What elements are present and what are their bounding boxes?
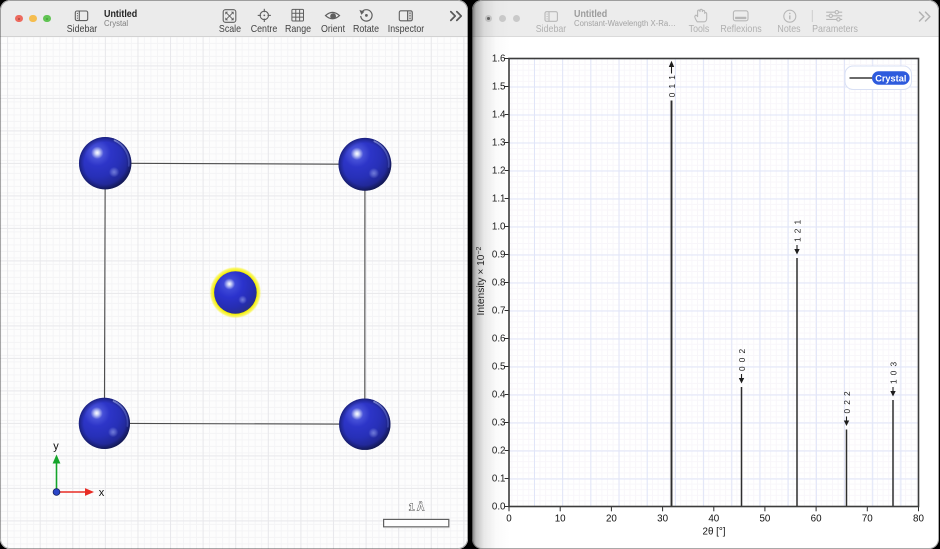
svg-text:0.1: 0.1 xyxy=(492,474,506,485)
svg-text:0.2: 0.2 xyxy=(492,446,506,457)
svg-text:0.8: 0.8 xyxy=(492,278,506,289)
svg-text:40: 40 xyxy=(708,514,719,525)
svg-text:1.4: 1.4 xyxy=(492,110,506,121)
svg-text:1.3: 1.3 xyxy=(492,138,506,149)
svg-text:30: 30 xyxy=(657,514,668,525)
svg-text:0.3: 0.3 xyxy=(492,418,506,429)
svg-text:0.9: 0.9 xyxy=(492,250,506,261)
svg-text:2θ [°]: 2θ [°] xyxy=(703,527,726,538)
svg-text:0.0: 0.0 xyxy=(492,502,506,513)
svg-text:0.4: 0.4 xyxy=(492,390,506,401)
svg-text:0.7: 0.7 xyxy=(492,306,506,317)
svg-text:1.0: 1.0 xyxy=(492,222,506,233)
svg-text:70: 70 xyxy=(862,514,873,525)
svg-text:Crystal: Crystal xyxy=(875,74,906,84)
svg-text:10: 10 xyxy=(555,514,566,525)
svg-text:1 Å: 1 Å xyxy=(409,501,425,514)
svg-text:50: 50 xyxy=(759,514,770,525)
svg-text:1 2 1: 1 2 1 xyxy=(792,219,802,242)
svg-text:0.5: 0.5 xyxy=(492,362,506,373)
svg-text:1.5: 1.5 xyxy=(492,82,506,93)
svg-text:y: y xyxy=(53,441,59,453)
svg-text:1 0 3: 1 0 3 xyxy=(888,361,898,384)
svg-text:0 1 1: 0 1 1 xyxy=(667,74,677,97)
svg-text:0 0 2: 0 0 2 xyxy=(737,348,747,371)
svg-text:20: 20 xyxy=(606,514,617,525)
svg-text:1.2: 1.2 xyxy=(492,166,506,177)
svg-text:0 2 2: 0 2 2 xyxy=(842,391,852,414)
svg-text:60: 60 xyxy=(811,514,822,525)
svg-text:1.1: 1.1 xyxy=(492,194,506,205)
svg-text:0: 0 xyxy=(506,514,512,525)
svg-text:0.6: 0.6 xyxy=(492,334,506,345)
svg-text:x: x xyxy=(99,487,105,499)
svg-text:1.6: 1.6 xyxy=(492,54,506,65)
svg-text:80: 80 xyxy=(913,514,924,525)
svg-text:Intensity × 10−2: Intensity × 10−2 xyxy=(476,246,487,315)
